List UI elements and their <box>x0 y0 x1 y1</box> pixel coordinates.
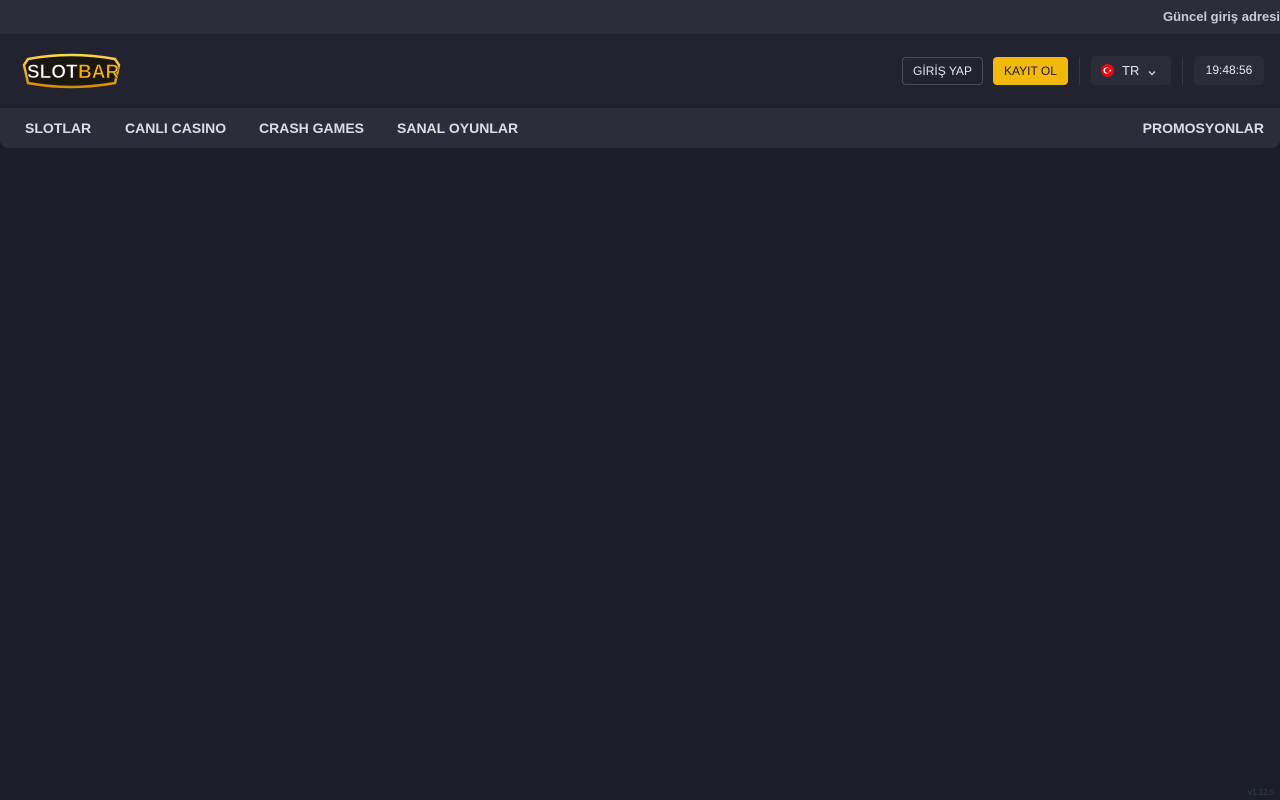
main-content <box>0 148 1280 800</box>
nav-item-promosyonlar[interactable]: PROMOSYONLAR <box>1143 120 1264 136</box>
header-divider <box>1079 57 1080 85</box>
main-navigation: SLOTLAR CANLI CASINO CRASH GAMES SANAL O… <box>0 108 1280 148</box>
register-button[interactable]: KAYIT OL <box>993 57 1068 85</box>
nav-item-slotlar[interactable]: SLOTLAR <box>25 120 91 136</box>
nav-item-crash-games[interactable]: CRASH GAMES <box>259 120 364 136</box>
logo-text-slot: SLOT <box>27 62 78 83</box>
slotbar-logo[interactable]: SLOT BAR <box>22 53 121 89</box>
language-label: TR <box>1122 63 1140 78</box>
ticker-text: Güncel giriş adresim <box>1163 9 1280 24</box>
language-selector[interactable]: TR <box>1091 56 1171 85</box>
chevron-down-icon <box>1147 65 1157 76</box>
turkey-flag-icon <box>1101 64 1114 77</box>
nav-item-canli-casino[interactable]: CANLI CASINO <box>125 120 226 136</box>
announcement-ticker: Güncel giriş adresim <box>0 0 1280 34</box>
logo-text-bar: BAR <box>78 62 119 83</box>
site-header: SLOT BAR GİRİŞ YAP KAYIT OL TR 19:48:56 <box>0 34 1280 108</box>
version-label: v1.12.5 <box>1248 788 1275 797</box>
clock-display: 19:48:56 <box>1194 56 1264 85</box>
nav-item-sanal-oyunlar[interactable]: SANAL OYUNLAR <box>397 120 518 136</box>
header-divider <box>1182 57 1183 85</box>
login-button[interactable]: GİRİŞ YAP <box>902 57 983 85</box>
